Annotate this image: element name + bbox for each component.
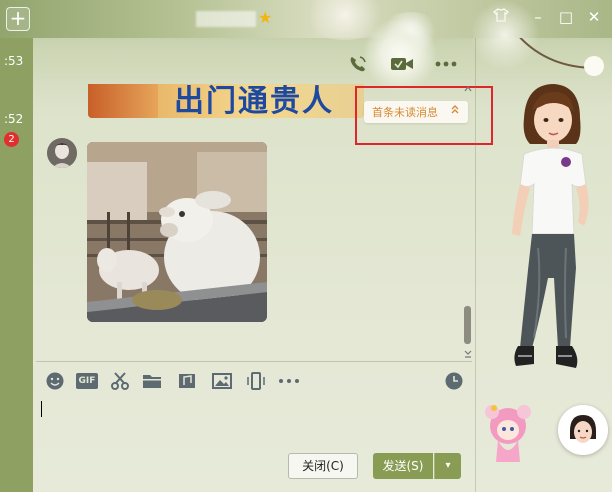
clock-icon	[445, 372, 463, 390]
gif-icon: GIF	[76, 373, 98, 389]
screenshot-button[interactable]	[110, 371, 132, 391]
my-avatar-icon	[558, 405, 608, 455]
text-caret	[41, 401, 42, 417]
image-message-banner[interactable]: 出门通贵人	[88, 84, 364, 118]
video-call-icon	[391, 58, 413, 70]
scissors-icon	[111, 372, 129, 390]
contact-name-redacted	[196, 11, 256, 27]
more-icon	[279, 379, 299, 383]
maximize-button[interactable]: □	[556, 6, 576, 28]
shake-button[interactable]	[245, 371, 267, 391]
image-icon	[212, 373, 232, 389]
sender-avatar[interactable]	[47, 138, 77, 168]
session-time[interactable]: :53	[4, 54, 23, 68]
highlight-annotation-box	[355, 86, 493, 145]
close-window-button[interactable]: ✕	[584, 6, 604, 28]
music-button[interactable]	[177, 371, 199, 391]
video-call-button[interactable]	[390, 54, 413, 74]
session-list-strip: :53 :52 2	[0, 38, 33, 492]
banner-ornament	[88, 84, 158, 118]
chat-window: + ★ – □ ✕ :53 :52 2	[0, 0, 612, 492]
shake-icon	[247, 372, 265, 390]
music-icon	[179, 374, 195, 388]
gif-button[interactable]: GIF	[76, 371, 100, 391]
sheep-photo	[87, 142, 267, 322]
close-button[interactable]: 关闭(C)	[288, 453, 358, 479]
scroll-up-arrow[interactable]	[463, 84, 473, 94]
more-button[interactable]	[434, 54, 458, 74]
folder-icon	[143, 375, 161, 388]
add-button[interactable]: +	[6, 7, 30, 31]
image-button[interactable]	[212, 371, 234, 391]
file-button[interactable]	[142, 371, 164, 391]
session-time[interactable]: :52	[4, 112, 23, 126]
emoji-icon	[46, 372, 64, 390]
scroll-to-bottom-button[interactable]	[463, 349, 473, 359]
star-icon: ★	[258, 8, 273, 27]
image-message-sheep[interactable]: +	[87, 142, 267, 322]
unread-badge: 2	[4, 132, 19, 147]
message-input[interactable]	[38, 395, 468, 445]
anime-sticker[interactable]	[480, 402, 536, 462]
more-tools-button[interactable]	[277, 371, 301, 391]
input-divider	[36, 361, 472, 362]
my-avatar-button[interactable]	[558, 405, 608, 455]
scrollbar-thumb[interactable]	[464, 306, 471, 344]
voice-call-icon	[350, 56, 366, 72]
emoji-button[interactable]	[45, 371, 67, 391]
avatar-photo	[47, 138, 77, 168]
voice-call-button[interactable]	[347, 54, 369, 74]
banner-text: 出门通贵人	[174, 84, 334, 118]
more-icon	[435, 61, 457, 67]
history-button[interactable]	[444, 371, 466, 391]
send-button[interactable]: 发送(S)	[373, 453, 433, 479]
send-options-dropdown[interactable]: ▾	[434, 453, 461, 479]
